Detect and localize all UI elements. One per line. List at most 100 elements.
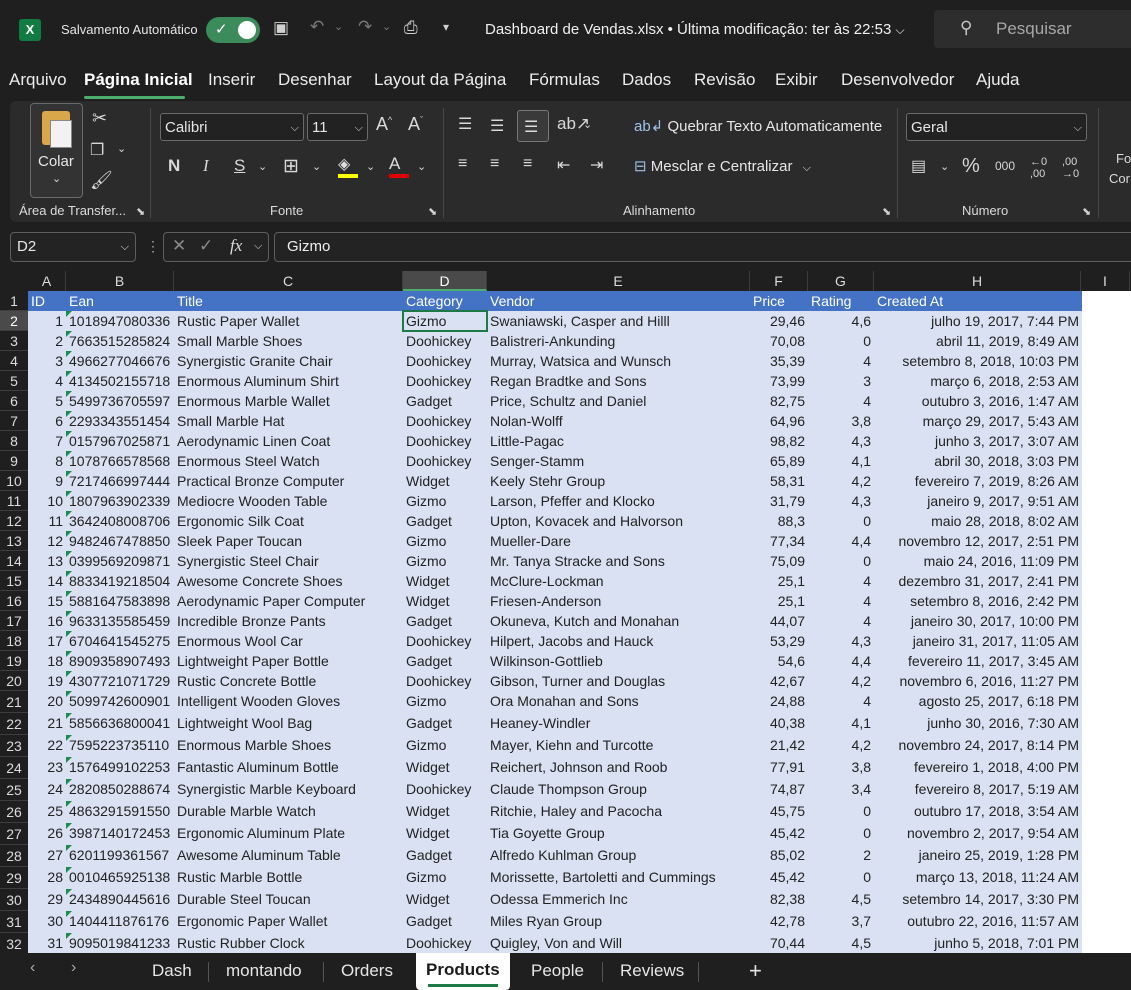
cell-price[interactable]: 77,91: [750, 757, 808, 779]
cell-ean[interactable]: 1404411876176: [66, 911, 174, 933]
cell-id[interactable]: 7: [28, 431, 66, 451]
cell-title[interactable]: Enormous Marble Wallet: [174, 391, 403, 411]
cell-vendor[interactable]: Morissette, Bartoletti and Cummings: [487, 867, 750, 889]
cancel-icon[interactable]: ✕: [172, 236, 186, 256]
cell-ean[interactable]: 3642408008706: [66, 511, 174, 531]
header-cell-rating[interactable]: Rating: [808, 291, 874, 311]
cell-category[interactable]: Doohickey: [403, 933, 487, 953]
cell-title[interactable]: Synergistic Steel Chair: [174, 551, 403, 571]
cell-title[interactable]: Incredible Bronze Pants: [174, 611, 403, 631]
font-name-select[interactable]: Calibri ⌵: [160, 113, 304, 141]
cell-vendor[interactable]: Mr. Tanya Stracke and Sons: [487, 551, 750, 571]
align-bottom-button[interactable]: ☰: [517, 110, 549, 142]
cell-price[interactable]: 77,34: [750, 531, 808, 551]
header-cell-title[interactable]: Title: [174, 291, 403, 311]
cell-vendor[interactable]: Balistreri-Ankunding: [487, 331, 750, 351]
cell-title[interactable]: Intelligent Wooden Gloves: [174, 691, 403, 713]
cell-rating[interactable]: 0: [808, 823, 874, 845]
row-header-22[interactable]: 22: [0, 713, 28, 735]
cell-price[interactable]: 70,08: [750, 331, 808, 351]
row-header-20[interactable]: 20: [0, 671, 28, 691]
cell-rating[interactable]: 0: [808, 331, 874, 351]
formula-input[interactable]: Gizmo: [274, 232, 1131, 262]
cell-created-at[interactable]: janeiro 31, 2017, 11:05 AM: [874, 631, 1082, 651]
cell-created-at[interactable]: novembro 6, 2016, 11:27 PM: [874, 671, 1082, 691]
cell-title[interactable]: Small Marble Shoes: [174, 331, 403, 351]
cell-vendor[interactable]: Alfredo Kuhlman Group: [487, 845, 750, 867]
column-header-b[interactable]: B: [66, 271, 174, 291]
font-launcher-icon[interactable]: ⬊: [428, 205, 437, 218]
align-left-icon[interactable]: ≡: [458, 155, 467, 173]
cell-vendor[interactable]: Tia Goyette Group: [487, 823, 750, 845]
row-header-29[interactable]: 29: [0, 867, 28, 889]
sheet-tab-orders[interactable]: Orders: [341, 961, 393, 981]
cell-ean[interactable]: 1078766578568: [66, 451, 174, 471]
cell-category[interactable]: Gadget: [403, 511, 487, 531]
italic-button[interactable]: I: [203, 156, 209, 176]
cell-vendor[interactable]: Keely Stehr Group: [487, 471, 750, 491]
cell-rating[interactable]: 0: [808, 551, 874, 571]
cell-vendor[interactable]: Senger-Stamm: [487, 451, 750, 471]
cell-ean[interactable]: 5881647583898: [66, 591, 174, 611]
percent-icon[interactable]: %: [962, 155, 980, 178]
cell-id[interactable]: 9: [28, 471, 66, 491]
cell-created-at[interactable]: abril 30, 2018, 3:03 PM: [874, 451, 1082, 471]
align-center-icon[interactable]: ≡: [490, 155, 499, 173]
cell-id[interactable]: 14: [28, 571, 66, 591]
cell-title[interactable]: Aerodynamic Paper Computer: [174, 591, 403, 611]
cell-category[interactable]: Gizmo: [403, 867, 487, 889]
header-cell-vendor[interactable]: Vendor: [487, 291, 750, 311]
cell-created-at[interactable]: janeiro 9, 2017, 9:51 AM: [874, 491, 1082, 511]
cell-id[interactable]: 26: [28, 823, 66, 845]
cell-rating[interactable]: 3,7: [808, 911, 874, 933]
paste-button[interactable]: Colar ⌄: [30, 103, 83, 198]
cell-id[interactable]: 24: [28, 779, 66, 801]
undo-icon[interactable]: ↶: [310, 17, 324, 37]
cell-vendor[interactable]: Mayer, Kiehn and Turcotte: [487, 735, 750, 757]
thousands-separator-icon[interactable]: 000: [995, 159, 1015, 173]
cell-ean[interactable]: 9095019841233: [66, 933, 174, 953]
customize-toolbar-icon[interactable]: ▾: [443, 20, 449, 34]
cell-rating[interactable]: 4: [808, 391, 874, 411]
cell-created-at[interactable]: maio 24, 2016, 11:09 PM: [874, 551, 1082, 571]
column-header-g[interactable]: G: [808, 271, 874, 291]
cell-price[interactable]: 42,78: [750, 911, 808, 933]
cell-price[interactable]: 75,09: [750, 551, 808, 571]
cell-title[interactable]: Lightweight Wool Bag: [174, 713, 403, 735]
tab-layout-pagina[interactable]: Layout da Página: [374, 70, 506, 90]
cell-title[interactable]: Synergistic Marble Keyboard: [174, 779, 403, 801]
row-header-9[interactable]: 9: [0, 451, 28, 471]
font-color-dropdown-icon[interactable]: ⌄: [417, 160, 426, 173]
cell-title[interactable]: Sleek Paper Toucan: [174, 531, 403, 551]
cell-ean[interactable]: 4863291591550: [66, 801, 174, 823]
cell-id[interactable]: 20: [28, 691, 66, 713]
cell-vendor[interactable]: Upton, Kovacek and Halvorson: [487, 511, 750, 531]
align-right-icon[interactable]: ≡: [523, 155, 532, 173]
cell-rating[interactable]: 4: [808, 571, 874, 591]
cell-category[interactable]: Widget: [403, 889, 487, 911]
align-middle-icon[interactable]: ☰: [490, 116, 504, 136]
cell-id[interactable]: 22: [28, 735, 66, 757]
cell-ean[interactable]: 4134502155718: [66, 371, 174, 391]
cell-title[interactable]: Ergonomic Aluminum Plate: [174, 823, 403, 845]
cell-ean[interactable]: 5856636800041: [66, 713, 174, 735]
cell-created-at[interactable]: fevereiro 7, 2019, 8:26 AM: [874, 471, 1082, 491]
font-color-icon[interactable]: A: [389, 154, 409, 178]
row-header-25[interactable]: 25: [0, 779, 28, 801]
cell-title[interactable]: Practical Bronze Computer: [174, 471, 403, 491]
row-header-5[interactable]: 5: [0, 371, 28, 391]
cell-created-at[interactable]: fevereiro 1, 2018, 4:00 PM: [874, 757, 1082, 779]
tab-desenhar[interactable]: Desenhar: [278, 70, 352, 90]
cell-created-at[interactable]: janeiro 30, 2017, 10:00 PM: [874, 611, 1082, 631]
borders-dropdown-icon[interactable]: ⌄: [312, 160, 321, 173]
cell-rating[interactable]: 3,8: [808, 411, 874, 431]
cell-id[interactable]: 19: [28, 671, 66, 691]
cell-category[interactable]: Widget: [403, 591, 487, 611]
cell-vendor[interactable]: Larson, Pfeffer and Klocko: [487, 491, 750, 511]
cell-created-at[interactable]: fevereiro 8, 2017, 5:19 AM: [874, 779, 1082, 801]
number-format-select[interactable]: Geral ⌵: [906, 113, 1087, 141]
cell-vendor[interactable]: Swaniawski, Casper and Hilll: [487, 311, 750, 331]
format-painter-icon[interactable]: 🖌: [90, 170, 113, 191]
cell-id[interactable]: 16: [28, 611, 66, 631]
cell-ean[interactable]: 6201199361567: [66, 845, 174, 867]
